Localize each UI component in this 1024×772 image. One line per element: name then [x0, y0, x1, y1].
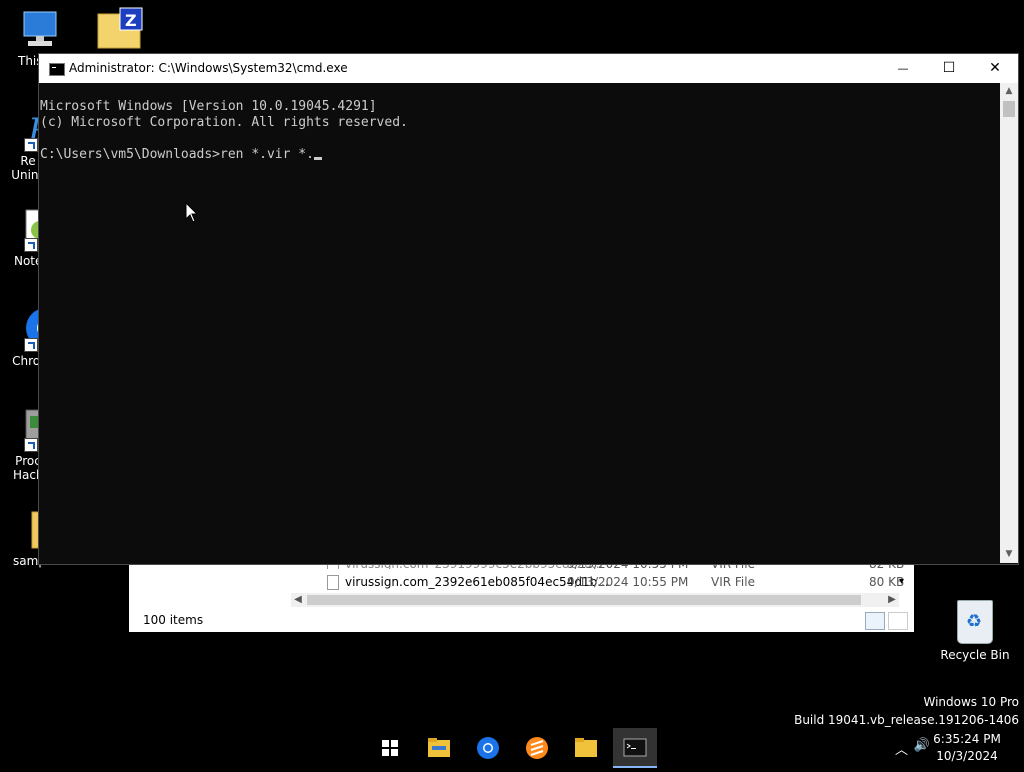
windows-logo-icon — [382, 740, 398, 756]
minimize-button[interactable]: — — [880, 54, 926, 83]
shortcut-arrow-icon — [24, 138, 38, 152]
computer-icon — [18, 8, 62, 52]
cmd-title-bar[interactable]: Administrator: C:\Windows\System32\cmd.e… — [39, 54, 1018, 83]
taskbar: ︿ 🔊 6:35:24 PM 10/3/2024 — [0, 728, 1024, 768]
file-explorer-icon — [428, 738, 450, 757]
taskbar-cmd[interactable] — [613, 728, 657, 768]
large-icons-view-button[interactable] — [888, 612, 908, 630]
start-button[interactable] — [368, 728, 412, 768]
cmd-window[interactable]: Administrator: C:\Windows\System32\cmd.e… — [38, 53, 1019, 565]
console-line: Microsoft Windows [Version 10.0.19045.42… — [40, 99, 377, 114]
clock-time: 6:35:24 PM — [933, 732, 1001, 746]
file-icon — [327, 575, 339, 590]
text-cursor — [313, 157, 322, 160]
scroll-down-arrow-icon[interactable]: ▾ — [899, 573, 904, 591]
svg-text:Z: Z — [125, 11, 137, 30]
scroll-left-icon[interactable]: ◀ — [291, 593, 305, 607]
scroll-right-icon[interactable]: ▶ — [885, 593, 899, 607]
shortcut-arrow-icon — [24, 338, 38, 352]
taskbar-folder[interactable] — [564, 728, 608, 768]
file-date: 9/13/2024 10:55 PM — [567, 575, 689, 589]
scroll-down-icon[interactable]: ▼ — [1000, 546, 1018, 563]
vertical-scrollbar[interactable]: ▲ ▼ — [1000, 83, 1018, 563]
desktop-icon-recycle-bin[interactable]: Recycle Bin — [940, 600, 1010, 662]
maximize-button[interactable]: ☐ — [926, 54, 972, 83]
mouse-pointer-icon — [185, 202, 199, 223]
file-type: VIR File — [711, 575, 755, 589]
windows-build-watermark: Windows 10 Pro Build 19041.vb_release.19… — [794, 693, 1019, 729]
clock-date: 10/3/2024 — [936, 749, 998, 763]
horizontal-scrollbar[interactable]: ◀ ▶ — [291, 593, 899, 607]
console-line: (c) Microsoft Corporation. All rights re… — [40, 115, 408, 130]
taskbar-chrome[interactable] — [466, 728, 510, 768]
desktop-icon-winrar-folder[interactable]: Z — [84, 6, 148, 52]
taskbar-file-explorer[interactable] — [417, 728, 461, 768]
scrollbar-thumb[interactable] — [307, 595, 861, 605]
cmd-icon — [623, 738, 647, 757]
taskbar-sublime[interactable] — [515, 728, 559, 768]
item-count-status: 100 items — [143, 613, 204, 627]
window-title: Administrator: C:\Windows\System32\cmd.e… — [69, 61, 348, 75]
edition-text: Windows 10 Pro — [923, 695, 1019, 709]
console-input-line[interactable]: C:\Users\vm5\Downloads>ren *.vir *. — [40, 147, 998, 163]
cmd-icon — [49, 63, 65, 76]
close-button[interactable]: ✕ — [972, 54, 1018, 83]
details-view-button[interactable] — [865, 612, 885, 630]
build-text: Build 19041.vb_release.191206-1406 — [794, 713, 1019, 727]
shortcut-arrow-icon — [24, 238, 38, 252]
folder-icon — [575, 738, 597, 757]
sublime-text-icon — [526, 737, 548, 759]
clock[interactable]: 6:35:24 PM 10/3/2024 — [932, 731, 1002, 765]
volume-icon[interactable]: 🔊 — [914, 738, 930, 753]
command-text: C:\Users\vm5\Downloads>ren *.vir *. — [40, 147, 314, 162]
recycle-bin-label: Recycle Bin — [940, 648, 1010, 662]
scroll-up-icon[interactable]: ▲ — [1000, 83, 1018, 100]
recycle-bin-icon — [957, 600, 993, 644]
winrar-folder-icon: Z — [94, 6, 143, 50]
shortcut-arrow-icon — [24, 438, 38, 452]
file-row[interactable]: virussign.com_2392e61eb085f04ec54d1b... … — [309, 573, 909, 591]
chrome-icon — [477, 737, 499, 759]
console-output[interactable]: Microsoft Windows [Version 10.0.19045.42… — [40, 83, 998, 563]
scrollbar-thumb[interactable] — [1003, 101, 1015, 117]
show-hidden-icons-chevron-icon[interactable]: ︿ — [895, 739, 908, 758]
